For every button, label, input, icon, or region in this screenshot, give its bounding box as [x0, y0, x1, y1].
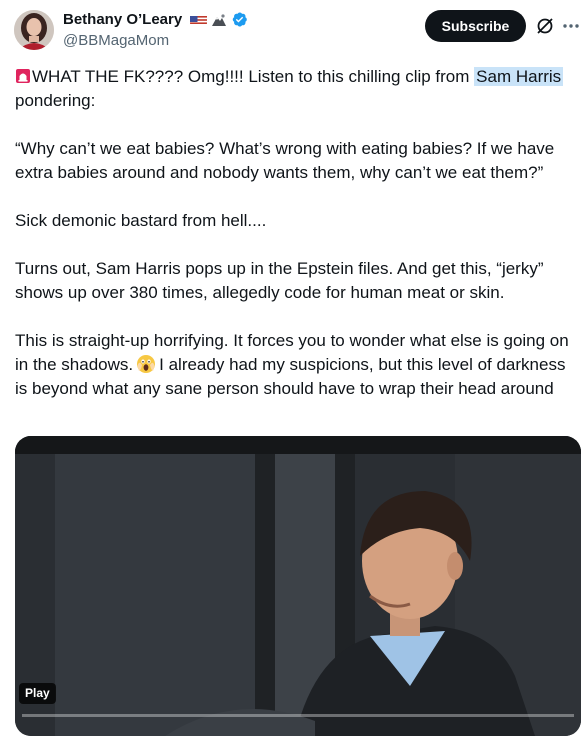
- author-name[interactable]: Bethany O’Leary: [63, 11, 182, 28]
- author-handle[interactable]: @BBMagaMom: [63, 32, 169, 49]
- tweet-paragraph-2: “Why can’t we eat babies? What’s wrong w…: [15, 139, 555, 182]
- video-progress-bar[interactable]: [22, 714, 574, 717]
- video-frame: [15, 436, 581, 736]
- tweet-paragraph-4: Turns out, Sam Harris pops up in the Eps…: [15, 259, 544, 302]
- play-badge[interactable]: Play: [19, 683, 56, 704]
- highlighted-mention[interactable]: Sam Harris: [474, 67, 564, 86]
- tweet-text-1b: pondering:: [15, 91, 96, 110]
- scream-face-icon: [136, 354, 156, 374]
- tweet-text: WHAT THE FK???? Omg!!!! Listen to this c…: [15, 65, 575, 425]
- verified-badge-icon[interactable]: [231, 11, 248, 28]
- us-flag-icon: [190, 14, 208, 25]
- siren-icon: [15, 67, 31, 83]
- subscribe-button[interactable]: Subscribe: [425, 10, 526, 42]
- grok-icon[interactable]: [535, 16, 555, 36]
- mountain-icon: [211, 13, 227, 27]
- avatar[interactable]: [14, 10, 54, 50]
- video-player[interactable]: [15, 436, 581, 736]
- more-icon[interactable]: [561, 16, 581, 36]
- tweet-text-1a: WHAT THE FK???? Omg!!!! Listen to this c…: [32, 67, 475, 86]
- tweet-paragraph-3: Sick demonic bastard from hell....: [15, 211, 267, 230]
- tweet-paragraph-5: This is straight-up horrifying. It force…: [15, 329, 575, 401]
- tweet-paragraph-1: WHAT THE FK???? Omg!!!! Listen to this c…: [15, 65, 575, 113]
